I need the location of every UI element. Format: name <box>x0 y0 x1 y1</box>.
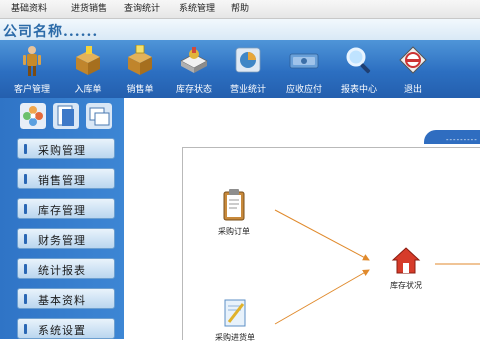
business-stats-button[interactable]: 营业统计 <box>221 42 275 96</box>
arrow-order-to-stock <box>274 209 370 261</box>
flow-canvas: 采购订单 库存状况 采购进货单 <box>182 147 480 343</box>
menu-query-stats[interactable]: 查询统计 <box>124 3 160 15</box>
inbound-button[interactable]: 入库单 <box>61 42 115 96</box>
receivable-payable-button[interactable]: 应收应付 <box>277 42 331 96</box>
windows-icon[interactable] <box>86 103 112 129</box>
box-in-icon <box>76 46 100 75</box>
exit-label: 退出 <box>403 85 422 95</box>
title-strip: 公司名称...... <box>0 19 480 40</box>
sidebar-item-label: 系统设置 <box>38 324 86 337</box>
node-label: 库存状况 <box>390 281 422 290</box>
clipboard-icon <box>223 189 245 221</box>
report-center-label: 报表中心 <box>340 85 377 95</box>
nav-marker <box>24 144 27 154</box>
sidebar-item-reports[interactable]: 统计报表 <box>17 258 115 279</box>
main-toolbar: 客户管理 入库单 销售单 库存状态 营业统计 应收应付 报表中心 退出 <box>0 40 480 98</box>
receivable-payable-label: 应收应付 <box>285 85 322 95</box>
report-center-button[interactable]: 报表中心 <box>332 42 386 96</box>
stock-status-button[interactable]: 库存状态 <box>167 42 221 96</box>
node-label: 采购订单 <box>218 227 250 236</box>
sidebar-item-basic-data[interactable]: 基本资料 <box>17 288 115 309</box>
stock-icon <box>180 47 208 73</box>
sidebar-item-finance[interactable]: 财务管理 <box>17 228 115 249</box>
edit-document-icon <box>224 299 246 327</box>
nav-marker <box>24 294 27 304</box>
box-out-icon <box>128 45 152 75</box>
house-icon <box>391 247 421 274</box>
menu-help[interactable]: 帮助 <box>231 3 249 15</box>
sidebar-item-label: 财务管理 <box>38 234 86 247</box>
magnifier-icon <box>346 47 371 74</box>
sidebar-item-purchase[interactable]: 采购管理 <box>17 138 115 159</box>
sidebar-item-inventory[interactable]: 库存管理 <box>17 198 115 219</box>
nav-marker <box>24 204 27 214</box>
customer-label: 客户管理 <box>13 85 50 95</box>
sidebar-item-label: 采购管理 <box>38 144 86 157</box>
sidebar-item-sales[interactable]: 销售管理 <box>17 168 115 189</box>
node-purchase-order[interactable]: 采购订单 <box>209 188 259 237</box>
menu-basic-data[interactable]: 基础资料 <box>11 3 47 15</box>
sales-label: 销售单 <box>126 85 154 95</box>
pie-chart-icon <box>235 47 261 73</box>
panel-tab: ---------- <box>424 130 480 152</box>
sidebar-item-label: 销售管理 <box>38 174 86 187</box>
money-icon <box>289 53 319 69</box>
document-icon[interactable] <box>53 103 79 129</box>
node-purchase-inbound[interactable]: 采购进货单 <box>205 298 265 343</box>
flower-icon[interactable] <box>20 103 46 129</box>
menu-bar: 基础资料 进货销售 查询统计 系统管理 帮助 <box>0 0 480 19</box>
main-panel: ---------- 采购订单 <box>124 98 480 343</box>
exit-button[interactable]: 退出 <box>386 42 440 96</box>
inbound-label: 入库单 <box>74 85 102 95</box>
nav-marker <box>24 264 27 274</box>
node-stock-status[interactable]: 库存状况 <box>379 246 433 291</box>
node-label: 采购进货单 <box>215 333 255 342</box>
sidebar-item-settings[interactable]: 系统设置 <box>17 318 115 339</box>
sidebar-item-label: 统计报表 <box>38 264 86 277</box>
sales-button[interactable]: 销售单 <box>113 42 167 96</box>
nav-marker <box>24 174 27 184</box>
menu-system-admin[interactable]: 系统管理 <box>179 3 215 15</box>
company-name: 公司名称...... <box>3 24 99 40</box>
sidebar-item-label: 库存管理 <box>38 204 86 217</box>
menu-purchase-sales[interactable]: 进货销售 <box>71 3 107 15</box>
arrow-inbound-to-stock <box>274 269 370 325</box>
customer-button[interactable]: 客户管理 <box>5 42 59 96</box>
nav-marker <box>24 324 27 334</box>
stock-status-label: 库存状态 <box>175 85 212 95</box>
business-stats-label: 营业统计 <box>229 85 266 95</box>
exit-sign-icon <box>399 46 427 74</box>
customer-figure-icon <box>23 46 41 76</box>
left-sidebar: 采购管理 销售管理 库存管理 财务管理 统计报表 基本资料 系统设置 <box>0 98 124 339</box>
nav-marker <box>24 234 27 244</box>
sidebar-item-label: 基本资料 <box>38 294 86 307</box>
